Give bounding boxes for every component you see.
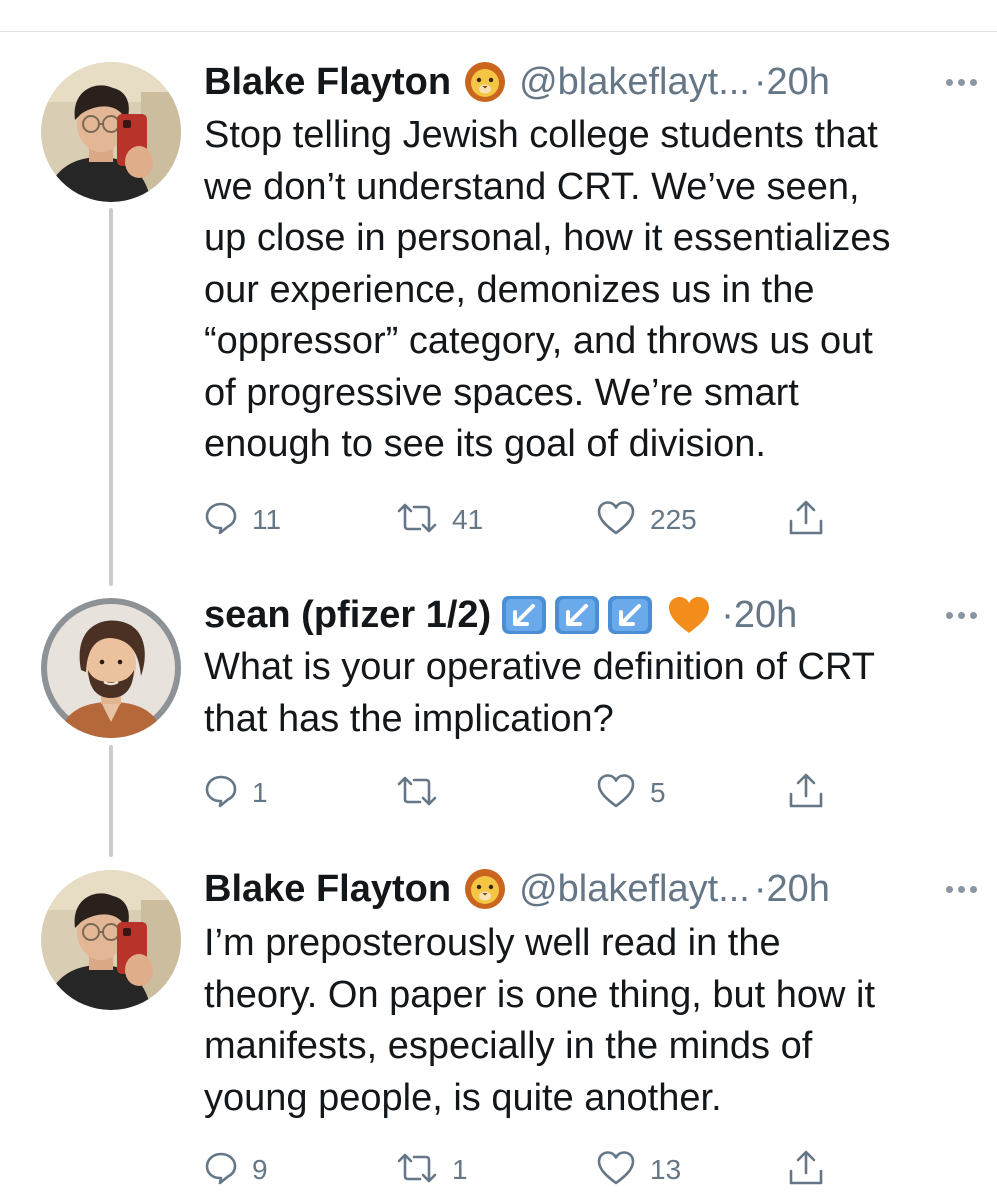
like-button[interactable]: 13 bbox=[596, 1145, 681, 1195]
tweet-actions: 9 1 13 bbox=[204, 1145, 924, 1195]
timestamp[interactable]: 20h bbox=[767, 57, 830, 107]
tweet-text: What is your operative definition of CRT… bbox=[204, 646, 875, 740]
share-upload-icon bbox=[788, 772, 824, 815]
share-upload-icon bbox=[788, 499, 824, 542]
tweet[interactable]: Blake Flayton @blakeflayt... · 20h Stop … bbox=[0, 0, 997, 590]
retweet-arrows-icon bbox=[396, 775, 438, 812]
author-handle[interactable]: @blakeflayt... bbox=[519, 57, 750, 107]
retweet-count: 1 bbox=[452, 1154, 468, 1185]
retweet-arrows-icon bbox=[396, 1152, 438, 1189]
lion-face-icon bbox=[463, 868, 507, 910]
tweet-actions: 1 5 bbox=[204, 768, 924, 818]
author-name[interactable]: Blake Flayton bbox=[204, 864, 451, 914]
tweet-header: Blake Flayton @blakeflayt... · 20h bbox=[204, 864, 977, 914]
reply-count: 9 bbox=[252, 1154, 268, 1185]
separator-dot: · bbox=[721, 594, 734, 636]
like-count: 13 bbox=[650, 1154, 682, 1185]
tweet-text: I’m preposterously well read in the theo… bbox=[204, 922, 876, 1119]
heart-outline-icon bbox=[596, 773, 636, 814]
tweet-actions: 11 41 225 bbox=[204, 495, 924, 545]
retweet-button[interactable]: 1 bbox=[396, 1145, 468, 1195]
avatar[interactable] bbox=[41, 598, 181, 738]
like-count: 225 bbox=[650, 504, 697, 535]
more-dots-icon[interactable] bbox=[941, 864, 977, 914]
heart-outline-icon bbox=[596, 1150, 636, 1191]
author-handle[interactable]: @blakeflayt... bbox=[519, 864, 750, 914]
share-button[interactable] bbox=[788, 768, 824, 818]
arrow-down-left-box-icon bbox=[501, 594, 653, 636]
tweet[interactable]: Blake Flayton @blakeflayt... · 20h I’m p… bbox=[0, 860, 997, 1200]
avatar[interactable] bbox=[41, 62, 181, 202]
separator-dot: · bbox=[753, 868, 767, 910]
retweet-arrows-icon bbox=[396, 502, 438, 539]
separator-dot: · bbox=[753, 61, 767, 103]
retweet-button[interactable]: 41 bbox=[396, 495, 483, 545]
orange-heart-icon bbox=[667, 595, 711, 635]
tweet-text: Stop telling Jewish college students tha… bbox=[204, 114, 891, 465]
like-button[interactable]: 225 bbox=[596, 495, 697, 545]
author-name[interactable]: sean (pfizer 1/2) bbox=[204, 590, 491, 640]
speech-bubble-icon bbox=[204, 501, 238, 540]
retweet-count: 41 bbox=[452, 504, 484, 535]
share-button[interactable] bbox=[788, 1145, 824, 1195]
more-dots-icon[interactable] bbox=[941, 590, 977, 640]
tweet[interactable]: sean (pfizer 1/2) · 20h What is your ope… bbox=[0, 590, 997, 860]
reply-count: 11 bbox=[252, 504, 282, 535]
reply-button[interactable]: 11 bbox=[204, 495, 281, 545]
avatar[interactable] bbox=[41, 870, 181, 1010]
heart-outline-icon bbox=[596, 500, 636, 541]
reply-button[interactable]: 1 bbox=[204, 768, 268, 818]
like-button[interactable]: 5 bbox=[596, 768, 666, 818]
speech-bubble-icon bbox=[204, 774, 238, 813]
tweet-header: Blake Flayton @blakeflayt... · 20h bbox=[204, 57, 977, 107]
share-upload-icon bbox=[788, 1149, 824, 1192]
share-button[interactable] bbox=[788, 495, 824, 545]
retweet-button[interactable] bbox=[396, 768, 452, 818]
lion-face-icon bbox=[463, 61, 507, 103]
reply-button[interactable]: 9 bbox=[204, 1145, 268, 1195]
speech-bubble-icon bbox=[204, 1151, 238, 1190]
timestamp[interactable]: 20h bbox=[767, 864, 830, 914]
timestamp[interactable]: 20h bbox=[734, 590, 797, 640]
author-name[interactable]: Blake Flayton bbox=[204, 57, 451, 107]
more-dots-icon[interactable] bbox=[941, 57, 977, 107]
like-count: 5 bbox=[650, 777, 666, 808]
reply-count: 1 bbox=[252, 777, 268, 808]
tweet-header: sean (pfizer 1/2) · 20h bbox=[204, 590, 977, 640]
